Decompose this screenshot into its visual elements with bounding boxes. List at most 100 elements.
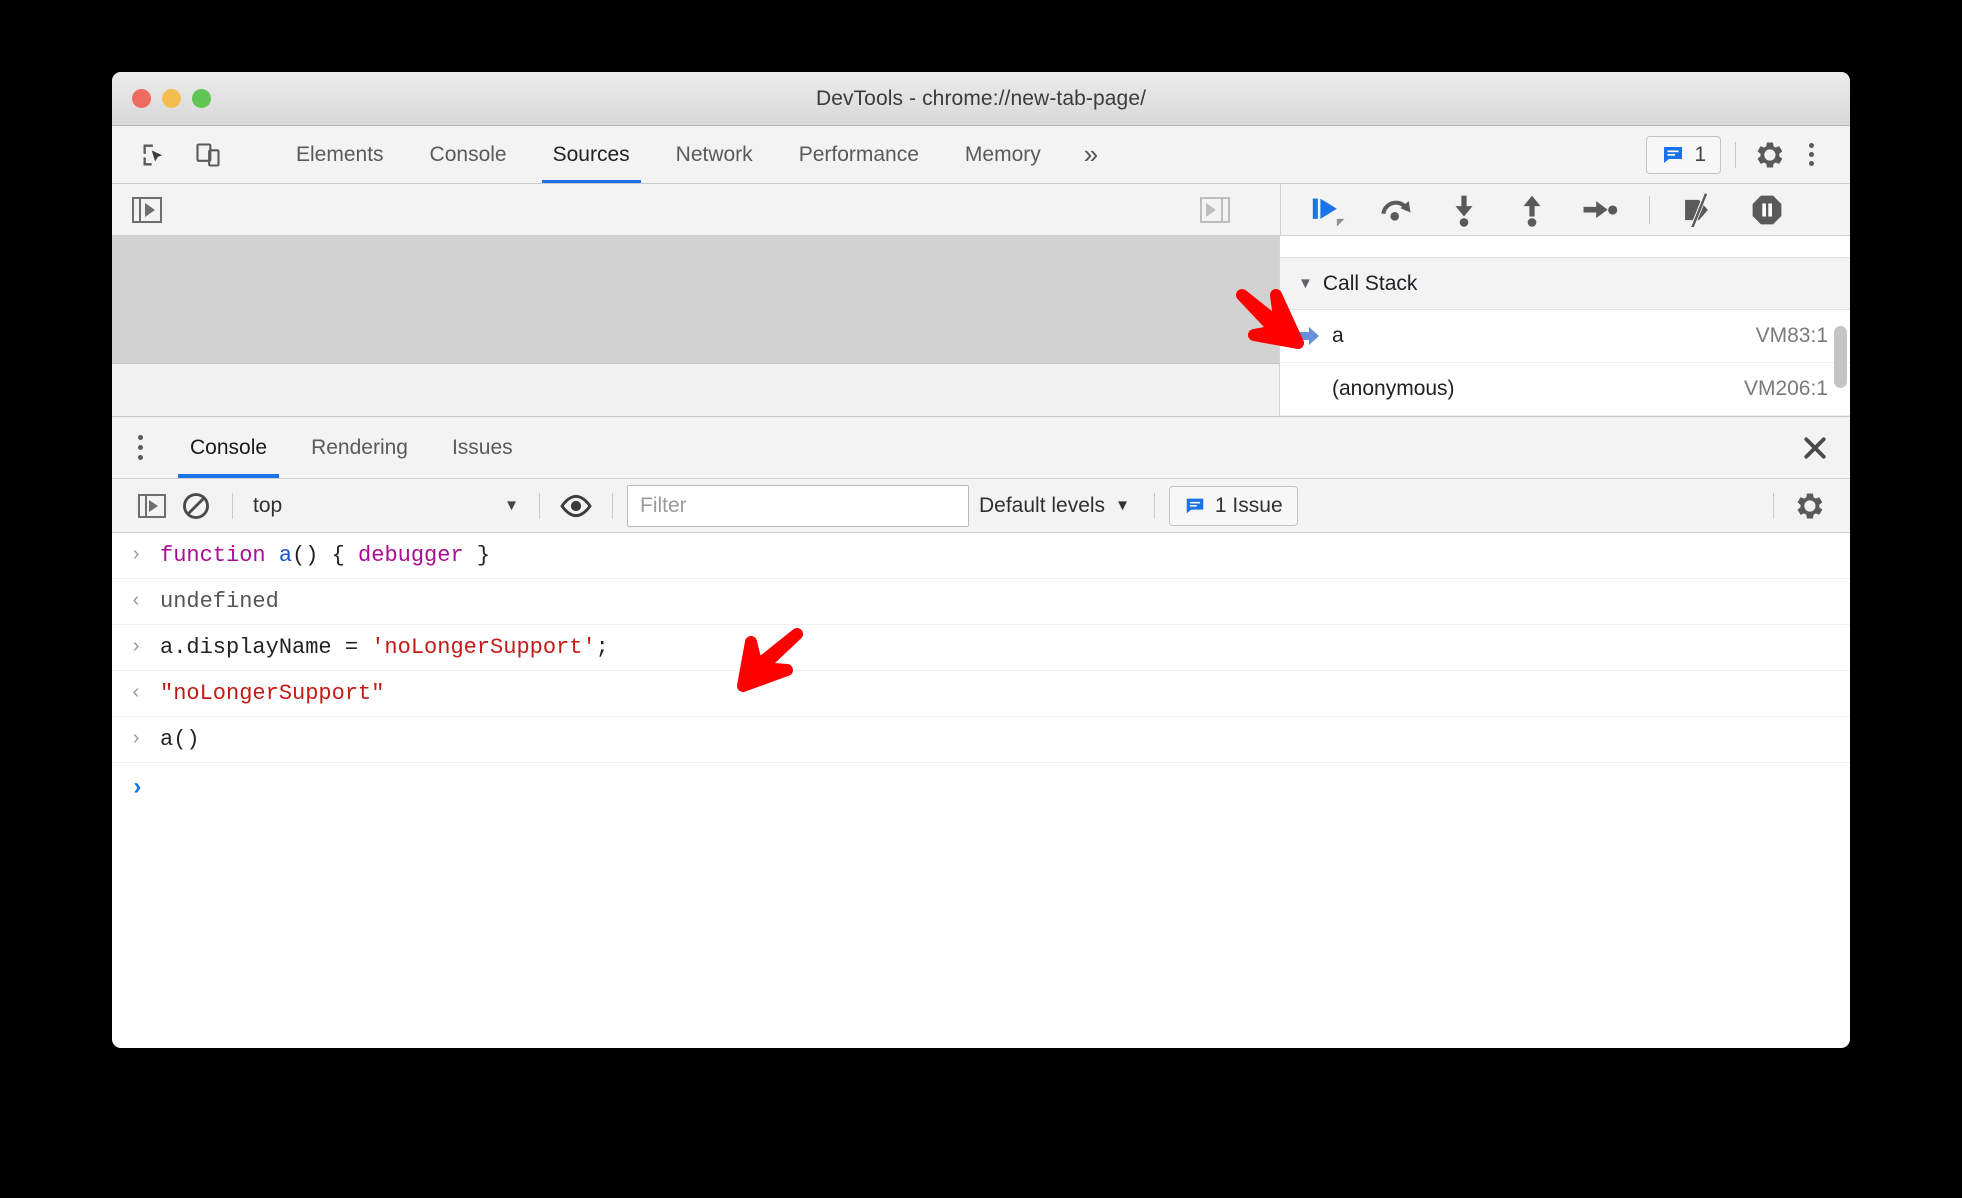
console-toolbar-right [1773,485,1832,527]
drawer-tab-issues[interactable]: Issues [430,417,535,478]
console-prompt[interactable]: › [112,763,1850,813]
tab-sources[interactable]: Sources [530,126,653,183]
editor-area [112,236,1280,416]
tab-bar-actions: 1 [1646,126,1850,183]
tab-elements-label: Elements [296,142,384,166]
call-stack-header[interactable]: ▼ Call Stack [1280,258,1850,310]
console-toolbar-divider [1153,492,1155,519]
console-message-call-a[interactable]: › a() [112,717,1850,763]
more-tabs-button[interactable]: » [1064,126,1118,183]
tab-memory-label: Memory [964,142,1041,166]
console-message-displayname[interactable]: › a.displayName = 'noLongerSupport'; [112,625,1850,671]
console-toolbar: top ▼ Filter Default levels ▼ 1 Issue [112,479,1850,533]
call-stack-scrollbar[interactable] [1834,326,1847,388]
console-message-text: a.displayName = 'noLongerSupport'; [160,635,609,660]
drawer-tab-console[interactable]: Console [168,417,289,478]
sources-toolbar [112,184,1850,236]
drawer-menu-icon[interactable] [112,417,168,478]
console-toolbar-divider [232,492,233,519]
gear-icon[interactable] [1750,135,1790,175]
chevron-down-icon: ▼ [1115,497,1130,514]
window-title: DevTools - chrome://new-tab-page/ [815,86,1147,110]
console-toolbar-divider [612,492,613,519]
drawer-tab-rendering[interactable]: Rendering [289,417,430,478]
tab-sources-label: Sources [552,142,630,166]
token-plain: ; [595,635,609,660]
input-gutter-icon: › [130,544,143,567]
input-gutter-icon: › [130,728,143,751]
close-icon[interactable] [1780,417,1850,478]
drawer-tab-rendering-label: Rendering [311,435,408,459]
console-toolbar-divider [539,492,540,519]
debugger-controls [1280,184,1850,235]
show-navigator-icon[interactable] [112,196,162,223]
current-frame-arrow-icon [1298,326,1324,346]
call-stack-frame-name: a [1332,324,1344,347]
chevron-down-icon: ▼ [504,497,519,514]
pause-on-exceptions-icon[interactable] [1746,189,1788,231]
execution-context-selector[interactable]: top ▼ [247,486,525,526]
screenshot-root: DevTools - chrome://new-tab-page/ Elemen… [0,0,1962,1198]
minimize-window-button[interactable] [162,89,181,108]
deactivate-breakpoints-icon[interactable] [1678,189,1720,231]
step-icon[interactable] [1579,189,1621,231]
gear-icon[interactable] [1788,485,1832,527]
show-debugger-icon[interactable] [1200,196,1230,223]
tab-network[interactable]: Network [653,126,776,183]
scope-section-clipped: ▼ Global window [1280,236,1850,258]
close-window-button[interactable] [132,89,151,108]
call-stack-frame-location: VM206:1 [1743,377,1828,400]
create-live-expression-icon[interactable] [554,485,598,527]
actions-divider [1735,141,1736,168]
call-stack-caret-icon: ▼ [1298,275,1313,292]
device-toolbar-icon[interactable] [188,135,228,175]
issues-counter-button[interactable]: 1 [1646,135,1721,174]
call-stack-title: Call Stack [1322,271,1418,295]
console-message-displayname-result: ‹ "noLongerSupport" [112,671,1850,717]
tab-console-label: Console [429,142,507,166]
token-keyword: function [160,543,279,568]
console-message-text: function a() { debugger } [160,543,490,568]
step-over-icon[interactable] [1375,189,1417,231]
tab-performance[interactable]: Performance [776,126,942,183]
devtools-window: DevTools - chrome://new-tab-page/ Elemen… [112,72,1850,1048]
console-sidebar-icon[interactable] [130,485,174,527]
editor-empty-region [112,236,1279,364]
kebab-menu-icon[interactable] [1794,136,1828,174]
console-message-function-decl[interactable]: › function a() { debugger } [112,533,1850,579]
token-plain: () { [292,543,359,568]
output-gutter-icon: ‹ [130,590,143,613]
call-stack-frame-name: (anonymous) [1332,377,1455,400]
scope-global-value: window [1756,236,1832,241]
drawer-tab-console-label: Console [190,435,268,459]
main-tab-bar: Elements Console Sources Network Perform… [112,126,1850,184]
console-prompt-chevron-icon: › [130,774,145,802]
maximize-window-button[interactable] [192,89,211,108]
tab-console[interactable]: Console [407,126,530,183]
console-issues-button[interactable]: 1 Issue [1168,485,1298,526]
tab-memory[interactable]: Memory [942,126,1064,183]
resume-icon[interactable] [1307,189,1349,231]
more-tabs-icon: » [1083,139,1099,169]
console-message-text: "noLongerSupport" [160,681,385,706]
drawer-tab-issues-label: Issues [451,435,513,459]
console-issues-label: 1 Issue [1214,493,1283,517]
step-into-icon[interactable] [1443,189,1485,231]
call-stack-frame-anonymous[interactable]: (anonymous) VM206:1 [1280,363,1850,416]
step-out-icon[interactable] [1511,189,1553,231]
token-identifier: a [278,543,293,568]
call-stack-frame-location: VM83:1 [1755,324,1828,347]
log-levels-selector[interactable]: Default levels ▼ [969,486,1140,526]
issue-message-icon [1664,146,1683,163]
tab-elements[interactable]: Elements [273,126,407,183]
console-messages: › function a() { debugger } ‹ undefined … [112,533,1850,813]
window-titlebar: DevTools - chrome://new-tab-page/ [112,72,1850,126]
console-message-text: undefined [160,589,279,614]
inspect-element-icon[interactable] [134,135,174,175]
call-stack-frame-a[interactable]: a VM83:1 [1280,310,1850,363]
sources-body: ▼ Global window ▼ Call Stack a [112,236,1850,416]
filter-input[interactable]: Filter [627,484,969,527]
drawer-tab-bar: Console Rendering Issues [112,417,1850,479]
panel-tabs: Elements Console Sources Network Perform… [273,126,1118,183]
clear-console-icon[interactable] [174,485,218,527]
